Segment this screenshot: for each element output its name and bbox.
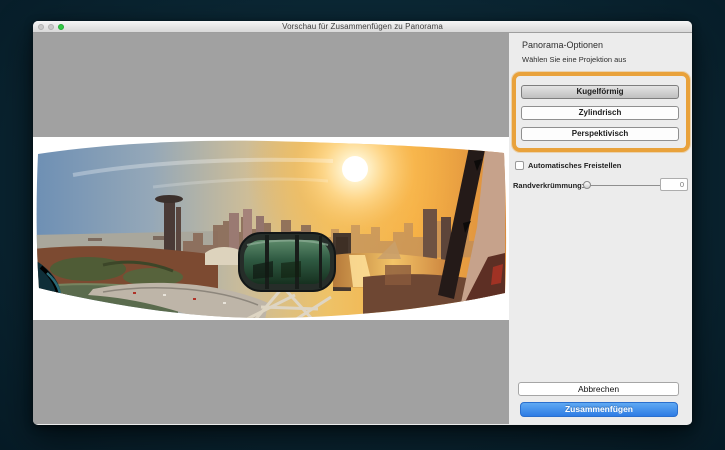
edge-warp-row: Randverkrümmung: 0 [513, 178, 688, 192]
merge-button[interactable]: Zusammenfügen [520, 402, 678, 417]
dialog-content: Panorama-Optionen Wählen Sie eine Projek… [33, 33, 692, 424]
panel-title: Panorama-Optionen [522, 40, 604, 50]
cancel-button[interactable]: Abbrechen [518, 382, 679, 396]
panorama-preview-dialog: Vorschau für Zusammenfügen zu Panorama P… [33, 21, 692, 425]
projection-button-perspective[interactable]: Perspektivisch [521, 127, 679, 141]
window-title: Vorschau für Zusammenfügen zu Panorama [282, 22, 443, 31]
slider-track[interactable] [583, 185, 660, 186]
projection-button-spherical[interactable]: Kugelförmig [521, 85, 679, 99]
auto-crop-label: Automatisches Freistellen [528, 161, 622, 170]
titlebar[interactable]: Vorschau für Zusammenfügen zu Panorama [33, 21, 692, 33]
panorama-canvas [33, 33, 509, 424]
auto-crop-checkbox[interactable] [515, 161, 524, 170]
edge-warp-slider[interactable] [583, 178, 660, 192]
edge-warp-value-field[interactable]: 0 [660, 178, 688, 191]
slider-thumb-icon[interactable] [583, 181, 591, 189]
projection-button-cylindrical[interactable]: Zylindrisch [521, 106, 679, 120]
panel-subtitle: Wählen Sie eine Projektion aus [522, 55, 627, 64]
edge-warp-label: Randverkrümmung: [513, 181, 585, 190]
panorama-preview-image [36, 140, 507, 318]
auto-crop-row: Automatisches Freistellen [515, 161, 621, 170]
panorama-options-panel: Panorama-Optionen Wählen Sie eine Projek… [509, 33, 692, 424]
desktop-background: { "window": { "title": "Vorschau für Zus… [0, 0, 725, 450]
panorama-band [33, 137, 509, 320]
